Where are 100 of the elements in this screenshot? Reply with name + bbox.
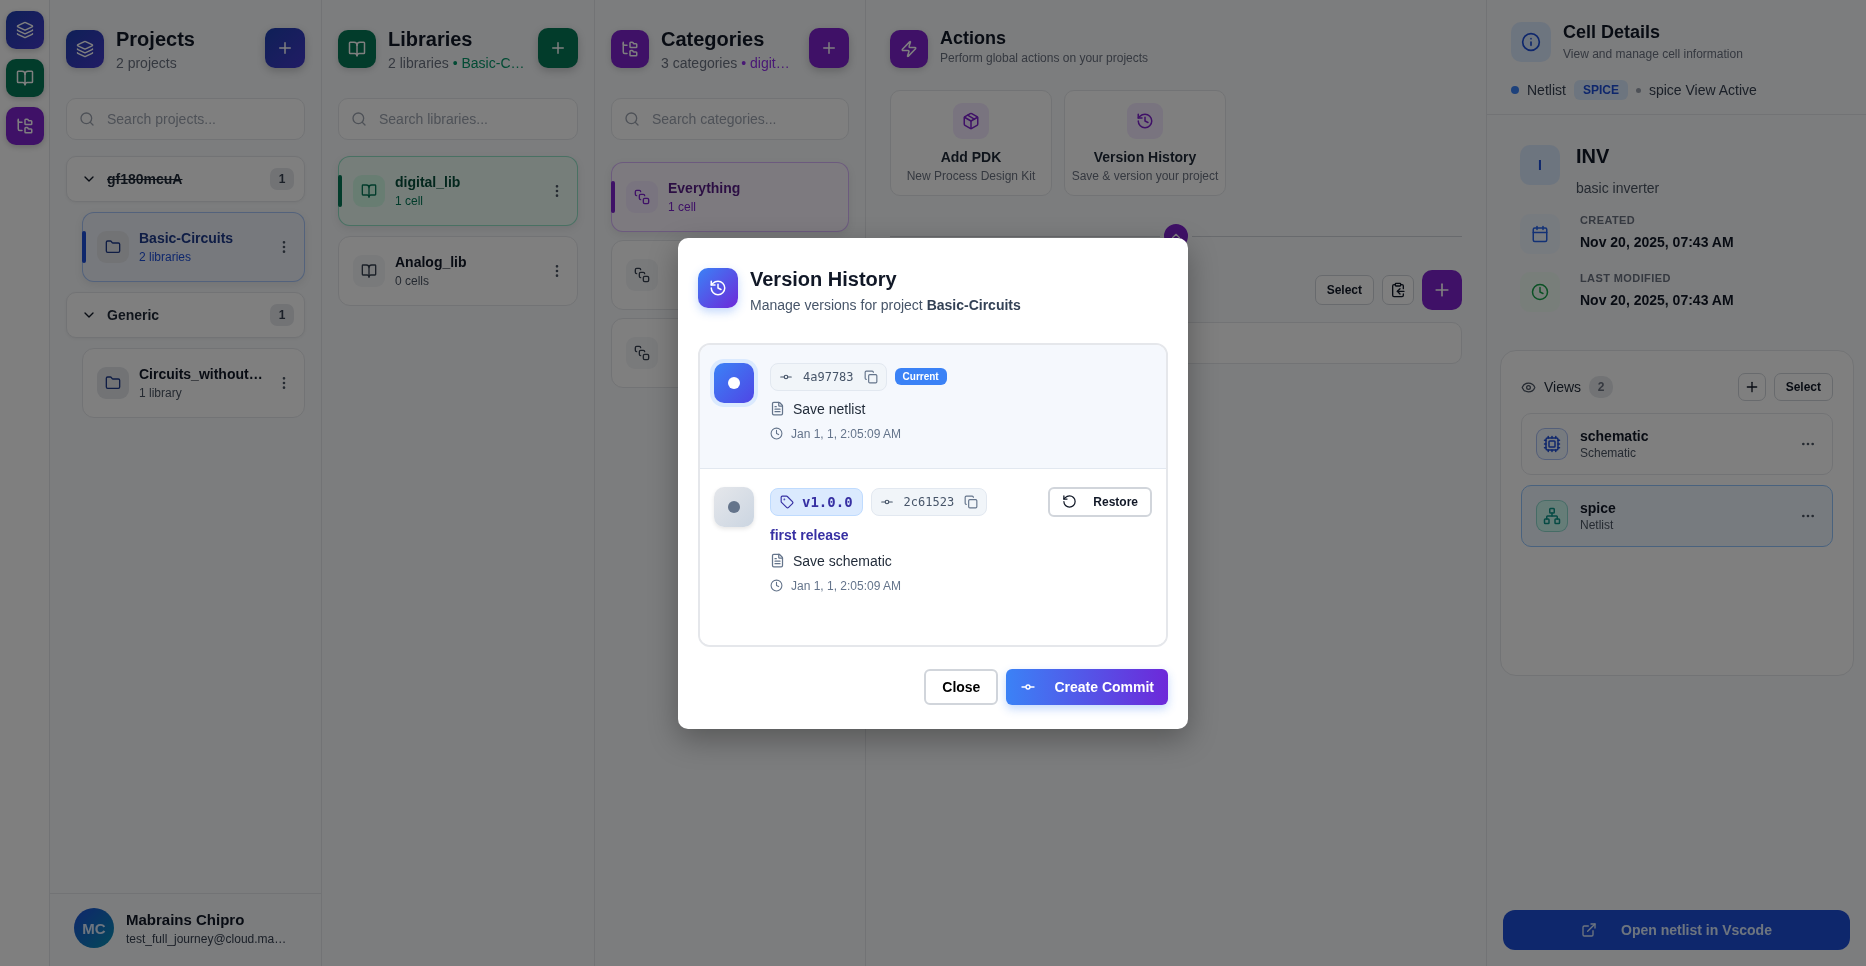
dialog-title: Version History (750, 267, 898, 291)
user-email: test_full_journey@cloud.ma… (126, 931, 288, 946)
select-button[interactable]: Select (1773, 373, 1833, 401)
commit-node-icon (714, 486, 754, 527)
copy-button[interactable] (863, 369, 878, 384)
category-item[interactable]: Everything 1 cell (611, 162, 849, 232)
item-count: 2 projects (116, 55, 177, 71)
clipboard-button[interactable] (1382, 275, 1414, 305)
library-name: Analog_lib (395, 254, 468, 270)
restore-button[interactable]: Restore (1048, 486, 1152, 517)
project-group[interactable]: Generic 1 (66, 292, 305, 338)
library-meta: 1 cell (395, 194, 424, 208)
book-icon (353, 255, 385, 287)
eye-icon (1521, 379, 1536, 395)
restore-icon (1062, 494, 1078, 509)
hash-text: 2c61523 (903, 494, 955, 509)
file-icon (770, 401, 785, 416)
commit-message: Save netlist (793, 400, 866, 417)
action-card[interactable]: Version History Save & version your project (1064, 90, 1226, 196)
item-count: 2 libraries (388, 55, 449, 71)
folder-icon (97, 231, 129, 263)
search-icon (351, 111, 367, 127)
clock-icon (770, 579, 783, 592)
layers-icon (66, 30, 104, 68)
section-title: Actions (940, 28, 1007, 49)
add-button[interactable] (1422, 270, 1462, 310)
tag-name: v1.0.0 (802, 493, 853, 510)
commit-time: Jan 1, 1, 2:05:09 AM (791, 578, 902, 593)
dialog-subtitle: Manage versions for project Basic-Circuits (750, 296, 1022, 313)
active-view-label: spice View Active (1648, 82, 1757, 98)
add-button[interactable] (1737, 373, 1766, 401)
layers-icon[interactable] (5, 11, 44, 49)
context-label: • digit… (741, 55, 790, 71)
folder-tree-icon[interactable] (5, 107, 44, 145)
chip-icon (1536, 428, 1568, 460)
history-icon (1127, 103, 1163, 139)
calendar-icon (1520, 214, 1560, 254)
book-icon[interactable] (5, 59, 44, 97)
external-link-icon (1581, 922, 1598, 938)
user-name: Mabrains Chipro (126, 910, 246, 928)
library-item[interactable]: digital_lib 1 cell (338, 156, 578, 226)
category-name: Everything (668, 180, 742, 196)
cell-initial: I (1520, 145, 1560, 185)
format-tag: SPICE (1573, 80, 1628, 100)
views-title: Views (1544, 379, 1582, 395)
section-subtitle: Perform global actions on your projects (940, 51, 1150, 65)
action-card[interactable]: Add PDK New Process Design Kit (890, 90, 1052, 196)
add-button[interactable] (538, 28, 578, 68)
copy-button[interactable] (964, 494, 979, 509)
close-button[interactable]: Close (924, 668, 999, 705)
library-name: digital_lib (395, 174, 462, 190)
project-item[interactable]: Basic-Circuits 2 libraries (82, 212, 305, 282)
count-badge: 2 (1589, 376, 1614, 398)
view-type: Schematic (1580, 446, 1638, 460)
library-meta: 0 cells (395, 274, 430, 288)
create-commit-button[interactable]: Create Commit (1006, 668, 1168, 705)
add-button[interactable] (265, 28, 305, 68)
project-meta: 2 libraries (139, 250, 193, 264)
count-badge: 1 (270, 168, 294, 190)
plus-icon (276, 39, 294, 57)
hash-text: 4a97783 (803, 369, 854, 384)
status-dot (1511, 86, 1519, 94)
project-name: Basic-Circuits (139, 230, 235, 246)
select-button[interactable]: Select (1314, 275, 1374, 305)
clock-icon (770, 427, 783, 440)
view-item[interactable]: spice Netlist (1521, 485, 1833, 547)
package-icon (953, 103, 989, 139)
lightning-icon (890, 30, 928, 68)
project-group[interactable]: gf180mcuA 1 (66, 156, 305, 202)
category-meta: 1 cell (668, 200, 697, 214)
project-item[interactable]: Circuits_without… 1 library (82, 348, 305, 418)
folder-icon (97, 367, 129, 399)
folder-tree-icon (611, 30, 649, 68)
project-meta: 1 library (139, 386, 183, 400)
group-name: gf180mcuA (107, 171, 184, 187)
book-icon (338, 30, 376, 68)
network-icon (1536, 500, 1568, 532)
current-badge: Current (894, 368, 947, 385)
plus-icon (549, 39, 567, 57)
stack-icon (626, 337, 658, 369)
panel-subtitle: View and manage cell information (1563, 47, 1744, 61)
count-badge: 1 (270, 304, 294, 326)
commit-message: Save schematic (793, 552, 892, 569)
view-name: spice (1580, 500, 1617, 516)
separator-dot (1635, 87, 1641, 93)
plus-icon (820, 39, 838, 57)
clock-icon (1520, 272, 1560, 312)
created-date: Nov 20, 2025, 07:43 AM (1580, 234, 1734, 250)
search-icon (79, 111, 95, 127)
tag-icon (780, 494, 794, 509)
stack-icon (626, 259, 658, 291)
user-avatar: MC (74, 908, 114, 948)
stack-icon (626, 181, 658, 213)
library-item[interactable]: Analog_lib 0 cells (338, 236, 578, 306)
view-item[interactable]: schematic Schematic (1521, 413, 1833, 475)
add-button[interactable] (809, 28, 849, 68)
panel-title: Cell Details (1563, 22, 1662, 43)
column-title: Categories (661, 28, 766, 51)
open-in-editor-button[interactable]: Open netlist in Vscode (1503, 910, 1850, 950)
info-icon (1511, 22, 1551, 62)
